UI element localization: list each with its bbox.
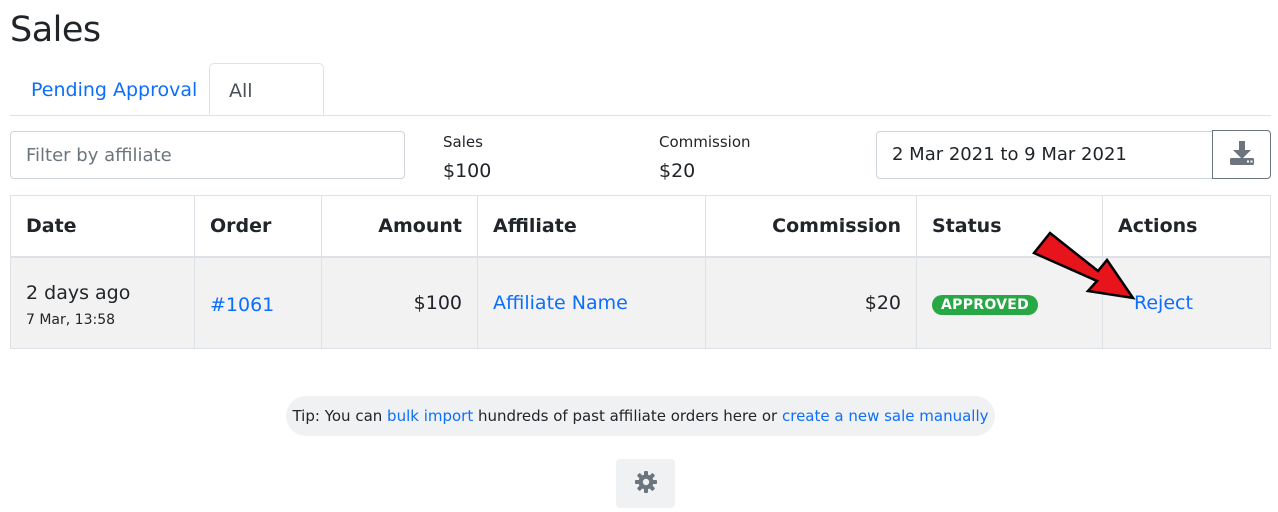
sales-summary-value: $100	[443, 160, 492, 182]
status-badge: APPROVED	[932, 294, 1039, 315]
reject-link[interactable]: Reject	[1134, 292, 1193, 314]
gear-icon	[634, 470, 658, 498]
column-header-order: Order	[194, 195, 322, 258]
column-header-affiliate: Affiliate	[477, 195, 706, 258]
settings-button[interactable]	[616, 459, 675, 508]
tip-banner: Tip: You can bulk import hundreds of pas…	[286, 396, 995, 436]
relative-date: 2 days ago	[26, 282, 131, 304]
bulk-import-link[interactable]: bulk import	[387, 407, 473, 425]
column-header-amount: Amount	[321, 195, 478, 258]
amount-cell: $100	[321, 256, 478, 349]
order-link[interactable]: #1061	[210, 294, 274, 316]
sales-summary-label: Sales	[443, 133, 483, 151]
create-sale-link[interactable]: create a new sale manually	[782, 407, 989, 425]
affiliate-filter-input[interactable]	[10, 131, 405, 179]
commission-summary-label: Commission	[659, 133, 751, 151]
column-header-date: Date	[10, 195, 195, 258]
column-header-commission: Commission	[705, 195, 917, 258]
download-button[interactable]	[1212, 130, 1271, 179]
affiliate-link[interactable]: Affiliate Name	[493, 292, 628, 314]
download-icon	[1228, 140, 1256, 170]
date-range-picker[interactable]: 2 Mar 2021 to 9 Mar 2021	[876, 131, 1213, 179]
tab-bar: Pending Approval All Sales	[10, 63, 1271, 157]
tab-all-sales[interactable]: All Sales	[209, 63, 324, 157]
tip-middle: hundreds of past affiliate orders here o…	[473, 407, 782, 425]
order-cell: #1061	[194, 256, 322, 349]
date-cell: 2 days ago 7 Mar, 13:58	[10, 256, 195, 349]
exact-date: 7 Mar, 13:58	[26, 312, 116, 328]
tab-pending-approval[interactable]: Pending Approval	[10, 63, 218, 114]
commission-summary-value: $20	[659, 160, 696, 182]
commission-cell: $20	[705, 256, 917, 349]
affiliate-cell: Affiliate Name	[477, 256, 706, 349]
annotation-arrow-icon	[1032, 231, 1136, 300]
tip-prefix: Tip: You can	[292, 407, 388, 425]
page-title: Sales	[10, 10, 101, 50]
